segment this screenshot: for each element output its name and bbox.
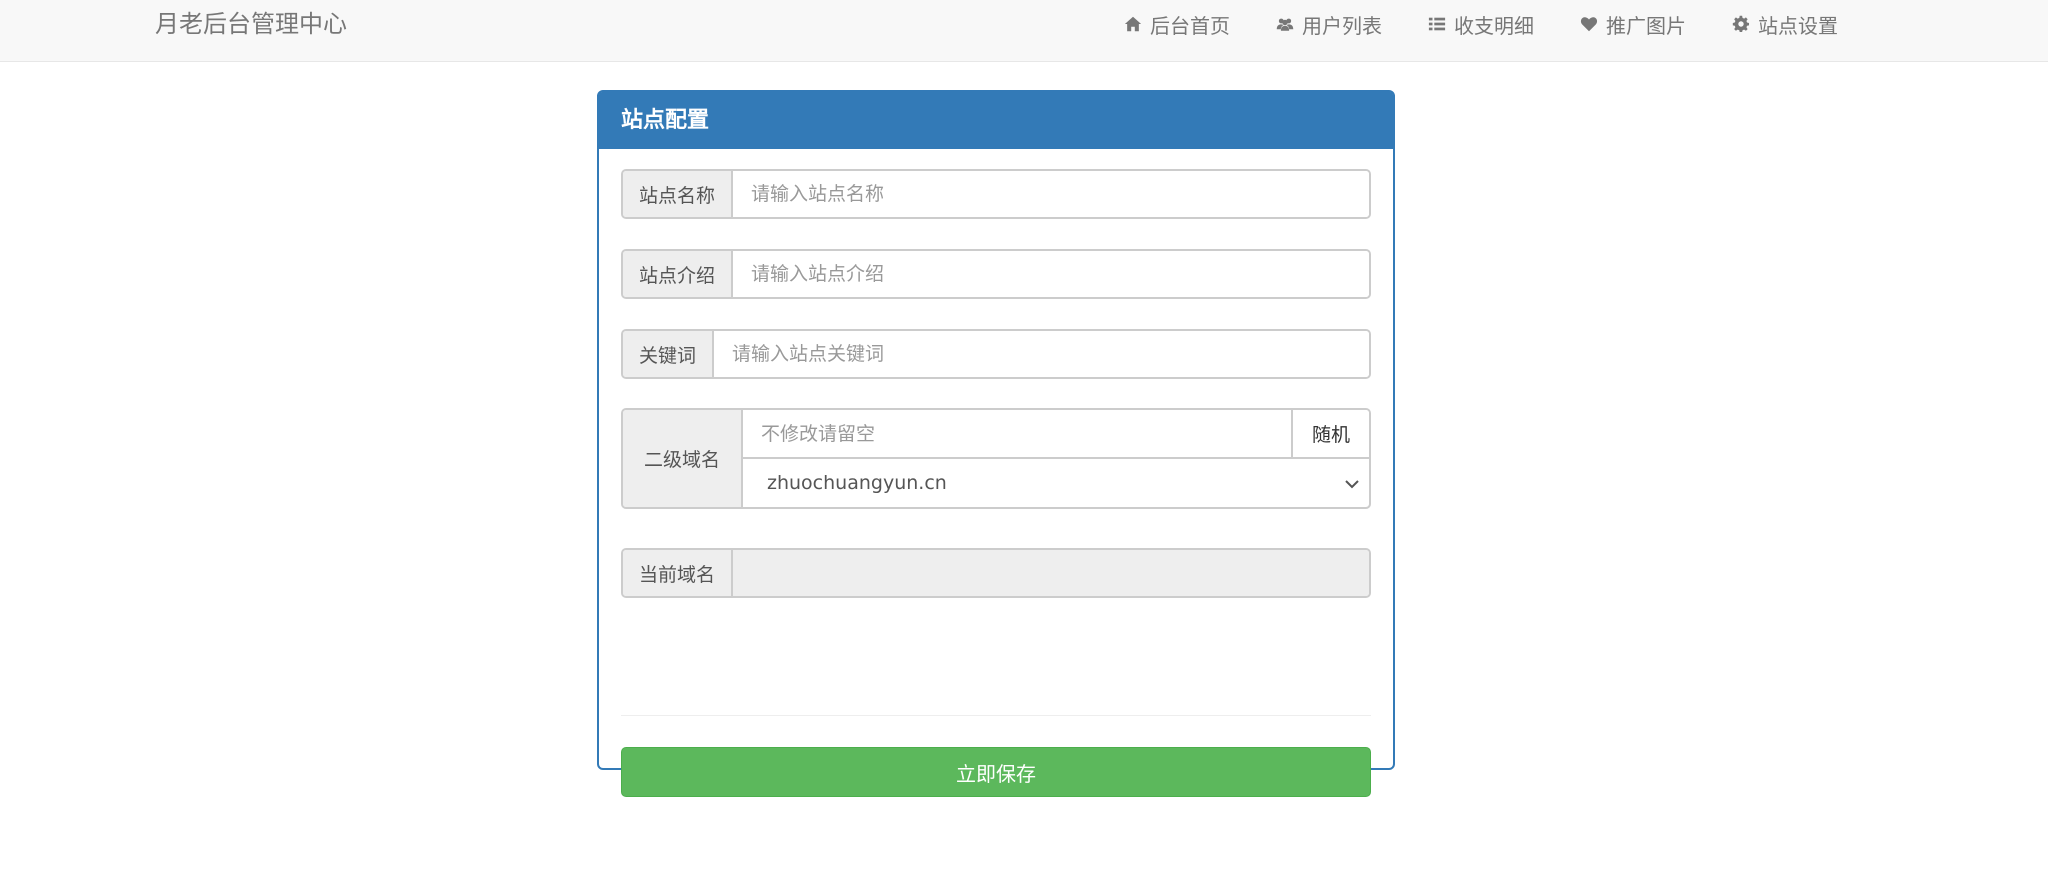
- current-domain-input: [733, 550, 1369, 596]
- save-button[interactable]: 立即保存: [621, 747, 1371, 797]
- subdomain-input-row: 随机: [743, 410, 1369, 459]
- site-config-panel: 站点配置 站点名称 站点介绍 关键词 二级域名 随机 zhuochuangyun…: [597, 90, 1395, 797]
- site-intro-group: 站点介绍: [621, 249, 1371, 299]
- panel-title: 站点配置: [599, 92, 1393, 149]
- nav-item-promo[interactable]: 推广图片: [1578, 10, 1686, 39]
- gear-icon: [1730, 14, 1752, 34]
- heart-icon: [1578, 14, 1600, 34]
- nav-label: 推广图片: [1606, 13, 1686, 38]
- nav-item-home[interactable]: 后台首页: [1122, 10, 1230, 39]
- home-icon: [1122, 14, 1144, 34]
- nav-label: 收支明细: [1454, 13, 1534, 38]
- domain-select-value: zhuochuangyun.cn: [767, 472, 947, 494]
- site-name-label: 站点名称: [623, 171, 734, 217]
- nav-label: 用户列表: [1302, 13, 1382, 38]
- keywords-group: 关键词: [621, 329, 1371, 379]
- form-divider: [621, 715, 1371, 716]
- nav-item-finance[interactable]: 收支明细: [1426, 10, 1534, 39]
- keywords-label: 关键词: [623, 331, 715, 377]
- nav-item-settings[interactable]: 站点设置: [1730, 10, 1838, 39]
- site-name-input[interactable]: [733, 171, 1369, 217]
- site-intro-label: 站点介绍: [623, 251, 734, 297]
- site-intro-input[interactable]: [733, 251, 1369, 297]
- users-icon: [1274, 14, 1296, 34]
- subdomain-label: 二级域名: [623, 410, 743, 507]
- nav-label: 后台首页: [1150, 13, 1230, 38]
- subdomain-controls: 随机 zhuochuangyun.cn: [743, 410, 1369, 507]
- main-nav: 后台首页 用户列表 收支明细 推广图片 站点设置: [1122, 0, 1838, 48]
- chevron-down-icon: [1345, 472, 1359, 494]
- keywords-input[interactable]: [714, 331, 1369, 377]
- brand-title[interactable]: 月老后台管理中心: [155, 0, 347, 48]
- top-navbar: 月老后台管理中心 后台首页 用户列表 收支明细 推广图片 站点设置: [0, 0, 2048, 62]
- list-icon: [1426, 14, 1448, 34]
- domain-select[interactable]: zhuochuangyun.cn: [743, 459, 1369, 507]
- current-domain-label: 当前域名: [623, 550, 734, 596]
- subdomain-input[interactable]: [743, 410, 1291, 457]
- site-name-group: 站点名称: [621, 169, 1371, 219]
- nav-item-users[interactable]: 用户列表: [1274, 10, 1382, 39]
- subdomain-group: 二级域名 随机 zhuochuangyun.cn: [621, 408, 1371, 509]
- nav-label: 站点设置: [1758, 13, 1838, 38]
- current-domain-group: 当前域名: [621, 548, 1371, 598]
- random-button[interactable]: 随机: [1291, 410, 1369, 457]
